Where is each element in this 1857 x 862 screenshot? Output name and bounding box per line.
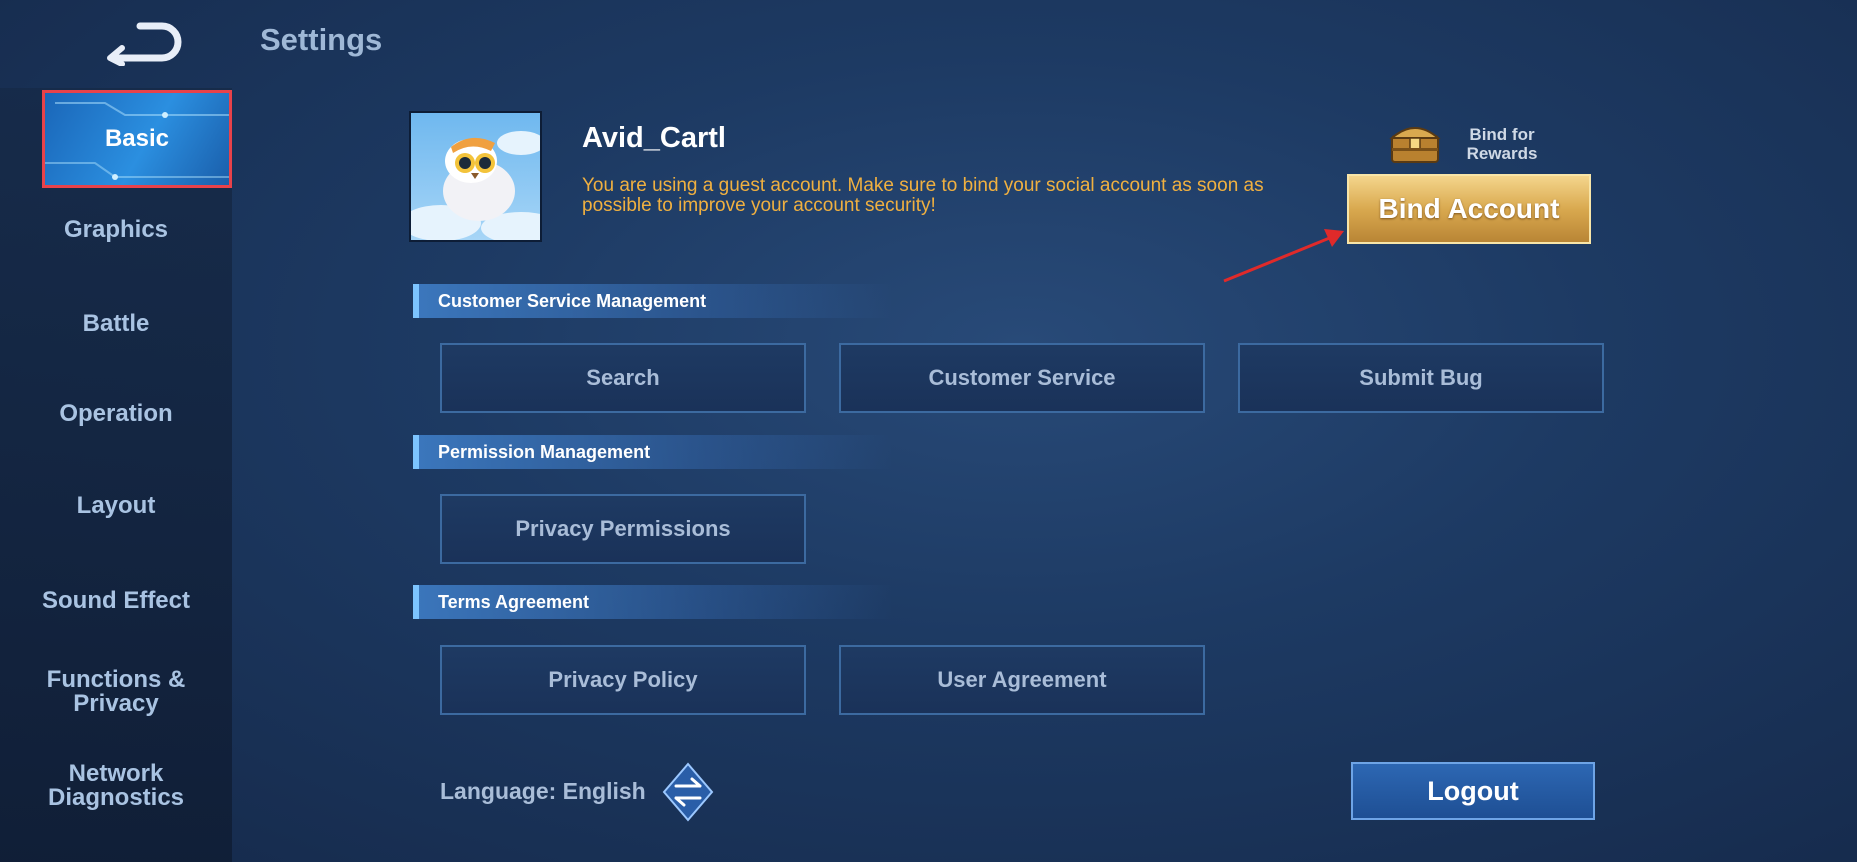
logout-button[interactable]: Logout [1351,762,1595,820]
sidebar-item-basic[interactable]: Basic [42,90,232,188]
bind-account-button[interactable]: Bind Account [1347,174,1591,244]
section-title: Terms Agreement [438,592,590,612]
sidebar-item-sound-effect[interactable]: Sound Effect [0,589,232,613]
sidebar-item-battle[interactable]: Battle [0,312,232,336]
sidebar: Basic Graphics Battle Operation Layout S… [0,88,232,862]
avatar[interactable] [409,111,542,242]
guest-account-warning: You are using a guest account. Make sure… [582,175,1264,216]
privacy-permissions-button[interactable]: Privacy Permissions [440,494,806,564]
username: Avid_Cartl [582,122,726,154]
page-title: Settings [260,22,383,57]
section-title: Customer Service Management [438,291,707,311]
section-permission: Permission Management [413,435,893,469]
section-terms: Terms Agreement [413,585,893,619]
back-button[interactable] [100,18,190,67]
swap-arrows-icon[interactable] [662,762,714,822]
bind-rewards-label: Bind for Rewards [1466,125,1538,163]
search-button[interactable]: Search [440,343,806,413]
sidebar-item-network-diagnostics[interactable]: Network Diagnostics [0,762,232,810]
back-arrow-icon [107,22,182,67]
section-title: Permission Management [438,442,651,462]
red-annotation-arrow-icon [1223,229,1344,283]
user-agreement-button[interactable]: User Agreement [839,645,1205,715]
treasure-chest-icon [1388,120,1442,166]
submit-bug-button[interactable]: Submit Bug [1238,343,1604,413]
sidebar-item-label: Basic [104,125,170,152]
sidebar-item-graphics[interactable]: Graphics [0,218,232,242]
top-bar: Settings [0,0,1857,86]
sidebar-item-functions-privacy[interactable]: Functions & Privacy [0,668,232,716]
language-label: Language: English [440,778,646,804]
privacy-policy-button[interactable]: Privacy Policy [440,645,806,715]
sidebar-item-layout[interactable]: Layout [0,494,232,518]
section-customer-service: Customer Service Management [413,284,893,318]
customer-service-button[interactable]: Customer Service [839,343,1205,413]
sidebar-item-operation[interactable]: Operation [0,402,232,426]
